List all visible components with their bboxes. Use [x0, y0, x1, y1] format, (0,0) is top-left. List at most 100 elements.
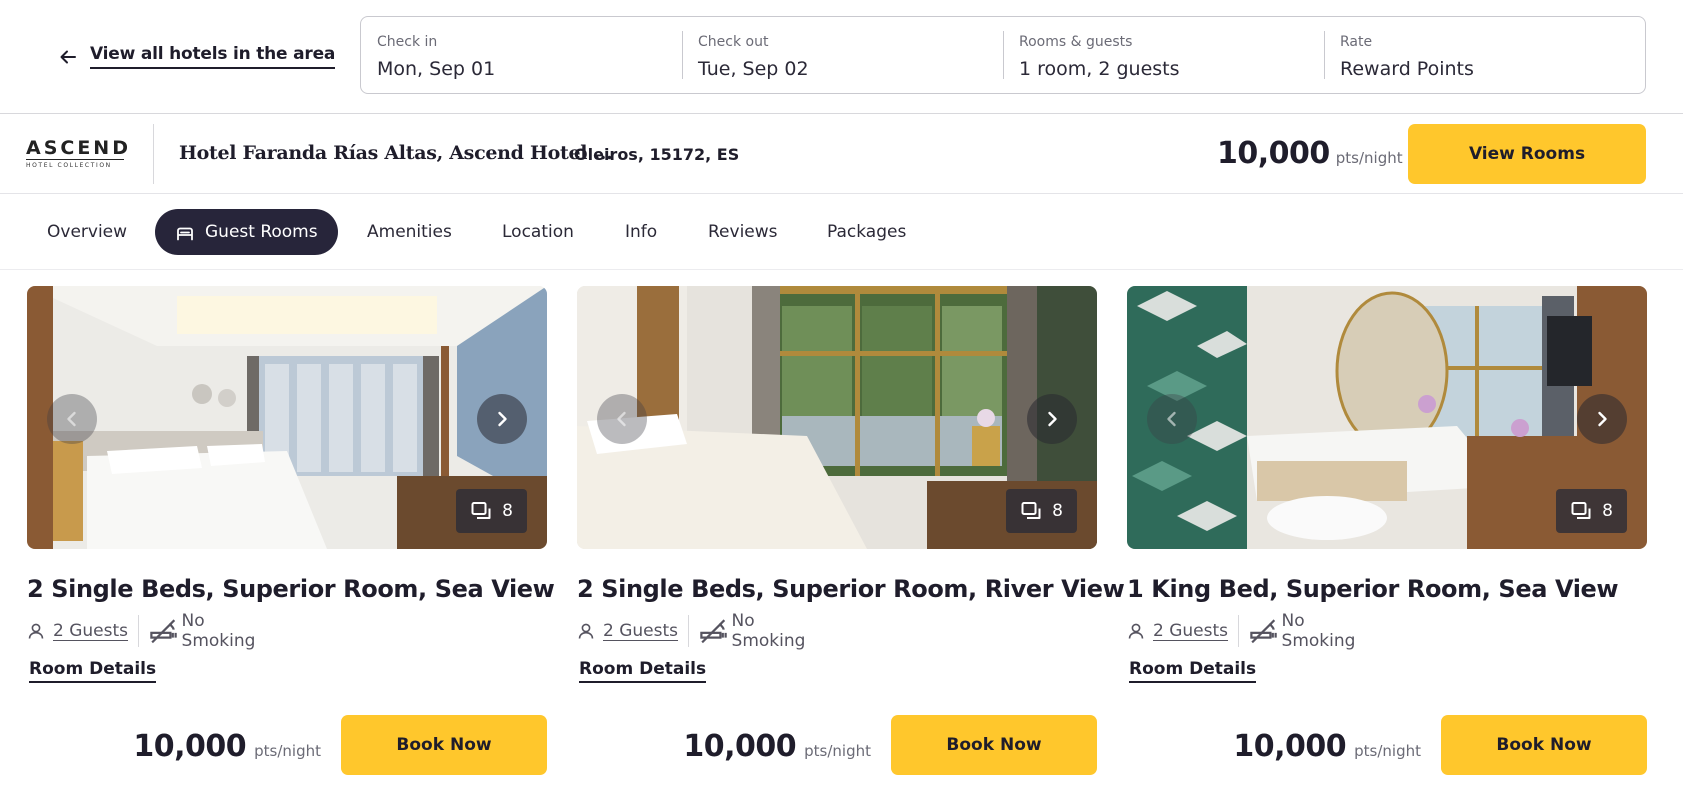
check-in-value: Mon, Sep 01 — [377, 58, 496, 80]
hotel-name: Hotel Faranda Rías Altas, Ascend Hotel .… — [179, 142, 613, 164]
book-now-button[interactable]: Book Now — [1441, 715, 1647, 775]
book-now-button[interactable]: Book Now — [891, 715, 1097, 775]
room-amenities: 2 Guests No Smoking — [27, 611, 547, 651]
room-price-points: 10,000 — [1233, 729, 1347, 764]
card-footer: 10,000 pts/night Book Now — [1127, 715, 1647, 775]
amenity-divider — [138, 615, 140, 647]
check-out-field[interactable]: Check out Tue, Sep 02 — [682, 17, 1003, 93]
chevron-left-icon — [67, 411, 76, 427]
person-icon — [578, 623, 594, 639]
room-details-link[interactable]: Room Details — [579, 659, 707, 683]
check-out-label: Check out — [698, 34, 769, 50]
book-now-button[interactable]: Book Now — [341, 715, 547, 775]
search-summary-box: Check in Mon, Sep 01 Check out Tue, Sep … — [360, 16, 1646, 94]
chevron-right-icon — [1598, 411, 1607, 427]
room-details-link[interactable]: Room Details — [1129, 659, 1257, 683]
room-price: 10,000 pts/night — [133, 729, 321, 764]
brand-logo: ASCEND HOTEL COLLECTION — [26, 137, 131, 169]
card-footer: 10,000 pts/night Book Now — [577, 715, 1097, 775]
guests-link[interactable]: 2 Guests — [603, 621, 678, 641]
rate-value: Reward Points — [1340, 58, 1474, 80]
tab-guest-rooms-label: Guest Rooms — [205, 222, 318, 242]
card-footer: 10,000 pts/night Book Now — [27, 715, 547, 775]
tab-location[interactable]: Location — [502, 209, 574, 255]
check-in-field[interactable]: Check in Mon, Sep 01 — [361, 17, 682, 93]
tab-overview-label: Overview — [47, 222, 128, 242]
person-icon — [28, 623, 44, 639]
chevron-left-icon — [617, 411, 626, 427]
view-all-hotels-label: View all hotels in the area — [90, 44, 335, 69]
rate-field[interactable]: Rate Reward Points — [1324, 17, 1645, 93]
room-amenities: 2 Guests No Smoking — [1127, 611, 1647, 651]
smoking-label: No Smoking — [1281, 611, 1356, 651]
guests-link[interactable]: 2 Guests — [1153, 621, 1228, 641]
header-divider — [153, 124, 154, 184]
amenity-divider — [1238, 615, 1240, 647]
tab-reviews-label: Reviews — [708, 222, 778, 242]
gallery-icon — [1021, 502, 1041, 519]
check-out-value: Tue, Sep 02 — [698, 58, 809, 80]
photo-count-badge[interactable]: 8 — [1556, 489, 1627, 533]
photo-count-badge[interactable]: 8 — [1006, 489, 1077, 533]
header-price-unit: pts/night — [1335, 149, 1403, 167]
tab-info[interactable]: Info — [625, 209, 657, 255]
room-photo[interactable]: 8 — [27, 286, 547, 549]
photo-count-badge[interactable]: 8 — [456, 489, 527, 533]
guests-link[interactable]: 2 Guests — [53, 621, 128, 641]
room-card: 8 2 Single Beds, Superior Room, River Vi… — [577, 286, 1125, 786]
check-in-label: Check in — [377, 34, 438, 50]
room-price-unit: pts/night — [804, 742, 871, 760]
tab-overview[interactable]: Overview — [47, 209, 127, 255]
no-smoking-icon — [150, 619, 177, 643]
photo-prev-button[interactable] — [597, 394, 647, 444]
photo-prev-button[interactable] — [1147, 394, 1197, 444]
tab-amenities[interactable]: Amenities — [367, 209, 452, 255]
rate-label: Rate — [1340, 34, 1373, 50]
smoking-info: No Smoking — [1249, 611, 1355, 651]
brand-logo-main: ASCEND — [26, 137, 131, 159]
gallery-icon — [471, 502, 491, 519]
smoking-info: No Smoking — [149, 611, 255, 651]
room-price-points: 10,000 — [683, 729, 797, 764]
tab-packages[interactable]: Packages — [827, 209, 906, 255]
chevron-right-icon — [498, 411, 507, 427]
tab-packages-label: Packages — [827, 222, 907, 242]
guests-info: 2 Guests — [577, 621, 678, 641]
photo-next-button[interactable] — [1027, 394, 1077, 444]
rooms-guests-value: 1 room, 2 guests — [1019, 58, 1180, 80]
hotel-header: ASCEND HOTEL COLLECTION Hotel Faranda Rí… — [0, 114, 1683, 194]
bed-icon — [177, 227, 193, 241]
room-title: 2 Single Beds, Superior Room, Sea View — [27, 575, 555, 603]
room-price-unit: pts/night — [254, 742, 321, 760]
tab-location-label: Location — [502, 222, 574, 242]
rooms-guests-field[interactable]: Rooms & guests 1 room, 2 guests — [1003, 17, 1324, 93]
guests-info: 2 Guests — [1127, 621, 1228, 641]
room-price: 10,000 pts/night — [683, 729, 871, 764]
photo-next-button[interactable] — [477, 394, 527, 444]
person-icon — [1128, 623, 1144, 639]
room-photo[interactable]: 8 — [1127, 286, 1647, 549]
tab-info-label: Info — [625, 222, 658, 242]
photo-count: 8 — [1602, 501, 1613, 521]
room-card: 8 1 King Bed, Superior Room, Sea View 2 … — [1127, 286, 1647, 786]
tab-reviews[interactable]: Reviews — [708, 209, 778, 255]
room-details-link[interactable]: Room Details — [29, 659, 157, 683]
chevron-left-icon — [1167, 411, 1176, 427]
photo-next-button[interactable] — [1577, 394, 1627, 444]
smoking-label: No Smoking — [181, 611, 256, 651]
gallery-icon — [1571, 502, 1591, 519]
view-rooms-button[interactable]: View Rooms — [1408, 124, 1646, 184]
photo-count: 8 — [502, 501, 513, 521]
room-amenities: 2 Guests No Smoking — [577, 611, 1097, 651]
room-price-points: 10,000 — [133, 729, 247, 764]
view-all-hotels-link[interactable]: View all hotels in the area — [58, 44, 335, 69]
tab-guest-rooms[interactable]: Guest Rooms — [155, 209, 338, 255]
guests-info: 2 Guests — [27, 621, 128, 641]
arrow-left-icon — [60, 50, 76, 63]
room-photo[interactable]: 8 — [577, 286, 1097, 549]
photo-prev-button[interactable] — [47, 394, 97, 444]
brand-logo-sub: HOTEL COLLECTION — [26, 159, 124, 169]
smoking-info: No Smoking — [699, 611, 805, 651]
rooms-guests-label: Rooms & guests — [1019, 34, 1133, 50]
room-title: 1 King Bed, Superior Room, Sea View — [1127, 575, 1619, 603]
